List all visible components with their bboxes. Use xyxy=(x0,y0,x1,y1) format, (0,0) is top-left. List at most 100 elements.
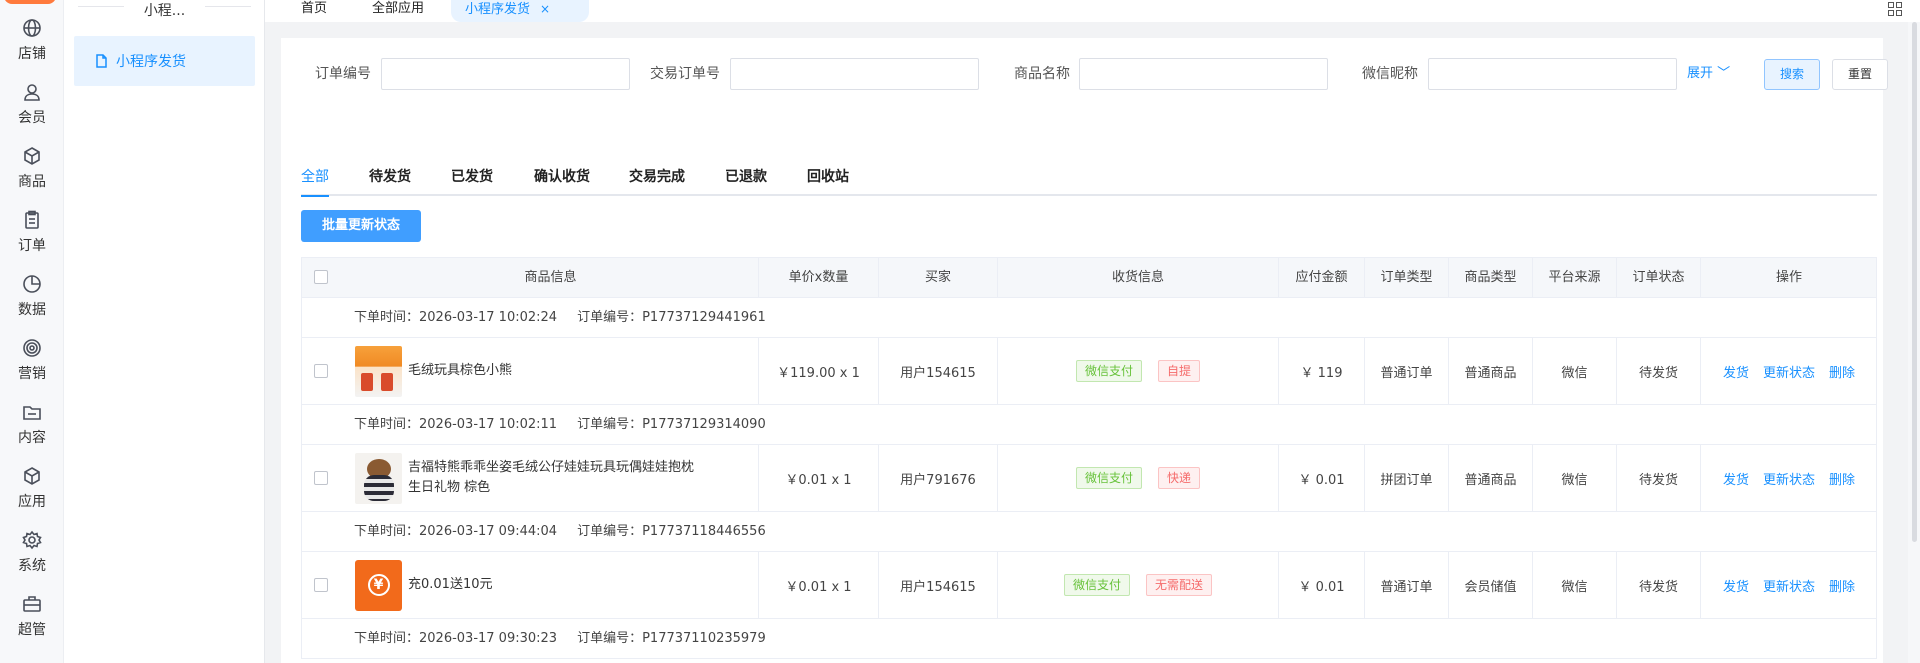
order-meta: 下单时间：2026-03-17 09:30:23 订单编号：P1773711023… xyxy=(354,619,766,659)
payment-tag: 微信支付 xyxy=(1075,360,1142,382)
actions-cell: 发货 更新状态 删除 xyxy=(1701,338,1877,404)
expand-filters-link[interactable]: 展开 ﹀ xyxy=(1687,58,1730,90)
amount-cell: ￥ 119 xyxy=(1279,338,1365,404)
rail-item-label: 超管 xyxy=(18,622,46,638)
delete-button[interactable]: 删除 xyxy=(1829,469,1855,488)
tab-recycle-bin[interactable]: 回收站 xyxy=(807,166,849,194)
update-status-button[interactable]: 更新状态 xyxy=(1763,576,1815,595)
ship-button[interactable]: 发货 xyxy=(1723,362,1749,381)
trade-no-input[interactable] xyxy=(730,58,979,90)
price-qty-cell: ￥0.01 x 1 xyxy=(759,552,879,618)
yuan-coin-icon: ¥ xyxy=(367,574,390,596)
gear-icon xyxy=(22,530,42,550)
tab-completed[interactable]: 交易完成 xyxy=(629,166,685,194)
tab-all[interactable]: 全部 xyxy=(301,166,329,197)
product-name-input[interactable] xyxy=(1079,58,1328,90)
secondary-sidebar: 小程... 小程序发货 xyxy=(64,0,265,663)
row-checkbox[interactable] xyxy=(314,471,328,485)
rail-item-data[interactable]: 数据 xyxy=(0,274,64,334)
tab-miniprogram-shipping[interactable]: 小程序发货 × xyxy=(451,0,589,22)
briefcase-icon xyxy=(23,596,41,612)
platform-cell: 微信 xyxy=(1533,338,1617,404)
search-button[interactable]: 搜索 xyxy=(1764,59,1820,90)
rail-item-marketing[interactable]: 营销 xyxy=(0,338,64,398)
tab-home[interactable]: 首页 xyxy=(287,0,341,22)
rail-item-content[interactable]: 内容 xyxy=(0,402,64,462)
rail-item-members[interactable]: 会员 xyxy=(0,82,64,142)
update-status-button[interactable]: 更新状态 xyxy=(1763,362,1815,381)
platform-cell: 微信 xyxy=(1533,445,1617,511)
rail-item-system[interactable]: 系统 xyxy=(0,530,64,590)
actions-cell: 发货 更新状态 删除 xyxy=(1701,445,1877,511)
order-type-cell: 拼团订单 xyxy=(1365,445,1449,511)
delete-button[interactable]: 删除 xyxy=(1829,576,1855,595)
buyer-cell: 用户791676 xyxy=(879,445,998,511)
update-status-button[interactable]: 更新状态 xyxy=(1763,469,1815,488)
table-row: 吉福特熊乖乖坐姿毛绒公仔娃娃玩具玩偶娃娃抱枕生日礼物 棕色 ￥0.01 x 1 … xyxy=(301,445,1877,512)
order-header-row: 下单时间：2026-03-17 10:02:24 订单编号：P1773712944… xyxy=(301,298,1877,338)
logo[interactable] xyxy=(4,0,56,4)
globe-icon xyxy=(23,19,41,37)
product-name[interactable]: 充0.01送10元 xyxy=(408,575,493,595)
ship-button[interactable]: 发货 xyxy=(1723,576,1749,595)
order-header-row: 下单时间：2026-03-17 10:02:11 订单编号：P1773712931… xyxy=(301,405,1877,445)
user-icon xyxy=(24,84,40,101)
rail-item-store[interactable]: 店铺 xyxy=(0,18,64,78)
product-thumbnail[interactable] xyxy=(355,345,402,397)
rail-item-label: 店铺 xyxy=(18,46,46,62)
col-header-buyer: 买家 xyxy=(879,258,998,297)
order-meta: 下单时间：2026-03-17 10:02:24 订单编号：P1773712944… xyxy=(354,298,766,338)
wechat-nick-input[interactable] xyxy=(1428,58,1677,90)
order-type-cell: 普通订单 xyxy=(1365,338,1449,404)
cube-icon xyxy=(24,467,40,485)
col-header-shipping-info: 收货信息 xyxy=(998,258,1279,297)
product-thumbnail[interactable] xyxy=(355,452,402,504)
order-header-row: 下单时间：2026-03-17 09:44:04 订单编号：P1773711844… xyxy=(301,512,1877,552)
amount-cell: ￥ 0.01 xyxy=(1279,445,1365,511)
table-row: 毛绒玩具棕色小熊 ￥119.00 x 1 用户154615 微信支付 自提 ￥ … xyxy=(301,338,1877,405)
price-qty-cell: ￥119.00 x 1 xyxy=(759,338,879,404)
scrollbar-thumb[interactable] xyxy=(1912,22,1917,542)
tab-pending-shipment[interactable]: 待发货 xyxy=(369,166,411,194)
ship-button[interactable]: 发货 xyxy=(1723,469,1749,488)
tab-refunded[interactable]: 已退款 xyxy=(725,166,767,194)
shipping-info-cell: 微信支付 无需配送 xyxy=(998,552,1279,618)
search-filter-row: 订单编号 交易订单号 商品名称 微信昵称 展开 ﹀ 搜索 重置 xyxy=(281,58,1888,94)
rail-item-label: 内容 xyxy=(18,430,46,446)
tab-received[interactable]: 确认收货 xyxy=(534,166,590,194)
rail-item-products[interactable]: 商品 xyxy=(0,146,64,206)
tab-label: 首页 xyxy=(301,1,328,16)
row-checkbox[interactable] xyxy=(314,578,328,592)
rail-item-superadmin[interactable]: 超管 xyxy=(0,594,64,654)
sidebar-item-miniprogram-shipping[interactable]: 小程序发货 xyxy=(74,36,255,86)
order-header-row: 下单时间：2026-03-17 09:30:23 订单编号：P1773711023… xyxy=(301,619,1877,659)
product-name[interactable]: 毛绒玩具棕色小熊 xyxy=(408,361,512,381)
sidebar-title: 小程... xyxy=(64,0,265,19)
order-number: 订单编号：P17737118446556 xyxy=(577,524,766,539)
batch-update-status-button[interactable]: 批量更新状态 xyxy=(301,210,421,242)
top-tab-bar: 首页 全部应用 小程序发货 × xyxy=(265,0,1920,22)
rail-item-label: 数据 xyxy=(18,302,46,318)
delete-button[interactable]: 删除 xyxy=(1829,362,1855,381)
close-icon[interactable]: × xyxy=(540,2,550,16)
col-header-price-qty: 单价x数量 xyxy=(759,258,879,297)
reset-button[interactable]: 重置 xyxy=(1832,59,1888,90)
tab-all-apps[interactable]: 全部应用 xyxy=(358,0,438,22)
product-thumbnail[interactable]: ¥ xyxy=(355,559,402,611)
rail-item-apps[interactable]: 应用 xyxy=(0,466,64,526)
row-checkbox[interactable] xyxy=(314,364,328,378)
rail-item-orders[interactable]: 订单 xyxy=(0,210,64,270)
order-status-tabs: 全部 待发货 已发货 确认收货 交易完成 已退款 回收站 xyxy=(301,166,1877,197)
product-name[interactable]: 吉福特熊乖乖坐姿毛绒公仔娃娃玩具玩偶娃娃抱枕生日礼物 棕色 xyxy=(408,458,698,498)
order-number: 订单编号：P17737110235979 xyxy=(577,631,766,646)
amount-cell: ￥ 0.01 xyxy=(1279,552,1365,618)
tab-shipped[interactable]: 已发货 xyxy=(451,166,493,194)
grid-menu-icon[interactable] xyxy=(1888,2,1902,16)
product-type-cell: 普通商品 xyxy=(1449,338,1533,404)
rail-item-label: 商品 xyxy=(18,174,46,190)
select-all-checkbox[interactable] xyxy=(314,270,328,284)
order-no-input[interactable] xyxy=(381,58,630,90)
pie-chart-icon xyxy=(23,275,41,293)
clipboard-icon xyxy=(25,210,39,229)
page-scrollbar[interactable] xyxy=(1908,22,1920,663)
